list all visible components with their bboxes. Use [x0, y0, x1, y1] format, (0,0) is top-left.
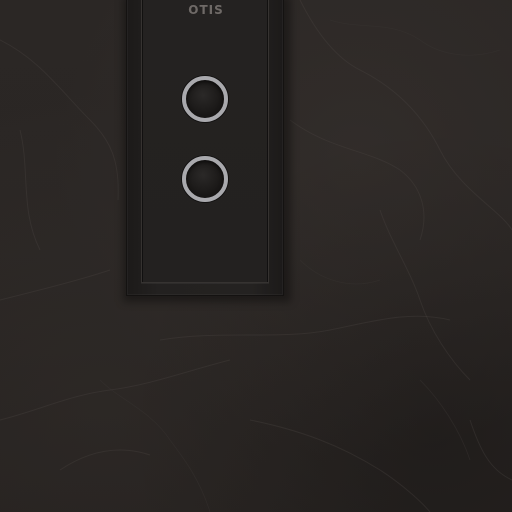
elevator-call-panel: OTIS — [126, 0, 284, 296]
panel-faceplate — [141, 0, 269, 283]
up-call-button[interactable] — [182, 76, 228, 122]
brand-label: OTIS — [188, 3, 224, 17]
down-call-button[interactable] — [182, 156, 228, 202]
